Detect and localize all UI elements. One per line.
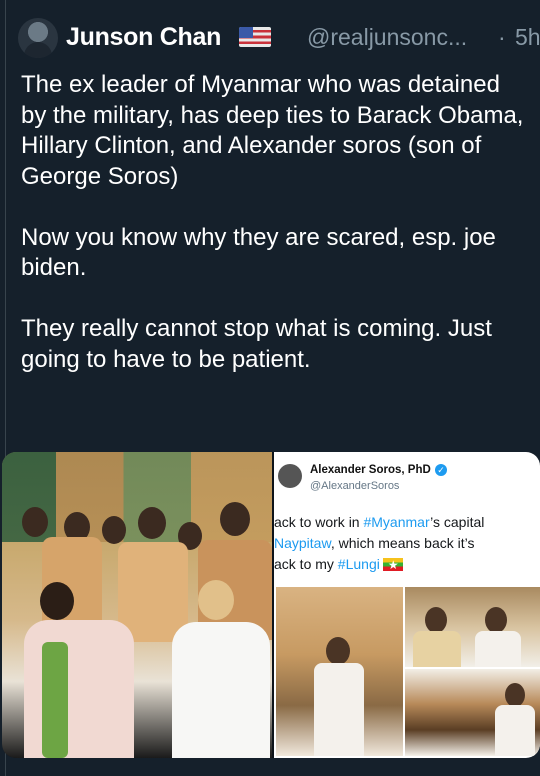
embedded-text-fragment: ’s capital [430, 514, 485, 530]
author-avatar[interactable] [18, 18, 58, 58]
embedded-author-name: Alexander Soros, PhD [310, 464, 431, 476]
embedded-photo-grid [274, 587, 540, 758]
verified-badge-icon: ✓ [435, 464, 447, 476]
myanmar-flag-icon [382, 555, 403, 576]
us-flag-icon [239, 27, 271, 47]
embedded-photo [276, 587, 403, 756]
tweet-paragraph: Now you know why they are scared, esp. j… [21, 223, 496, 282]
embedded-text-fragment: ack to my [274, 556, 338, 572]
author-handle[interactable]: @realjunsonc... [307, 24, 467, 51]
tweet-text: The ex leader of Myanmar who was detaine… [21, 70, 526, 375]
tweet-header: Junson Chan @realjunsonc... · 5h [18, 14, 540, 60]
tweet-paragraph: They really cannot stop what is coming. … [21, 315, 492, 373]
embedded-photo [405, 587, 540, 667]
tweet-media[interactable]: Alexander Soros, PhD ✓ @AlexanderSoros a… [2, 452, 540, 758]
separator-dot: · [498, 24, 506, 50]
tweet-paragraph: The ex leader of Myanmar who was detaine… [21, 71, 524, 190]
embedded-text-fragment: , which means back it’s [330, 535, 475, 551]
group-photo[interactable] [2, 452, 272, 758]
hashtag-lungi: #Lungi [337, 556, 380, 572]
author-name[interactable]: Junson Chan [66, 23, 221, 52]
tweet-timestamp[interactable]: 5h [515, 24, 540, 51]
tweet-card[interactable]: Junson Chan @realjunsonc... · 5h The ex … [0, 0, 540, 776]
embedded-tweet-text: ack to work in #Myanmar’s capital Naypit… [274, 512, 540, 576]
naypitaw-link: Naypitaw [274, 535, 331, 551]
embedded-avatar [278, 464, 302, 488]
embedded-tweet-screenshot[interactable]: Alexander Soros, PhD ✓ @AlexanderSoros a… [274, 452, 540, 758]
embedded-text-fragment: ack to work in [274, 514, 364, 530]
embedded-author-handle: @AlexanderSoros [310, 480, 400, 492]
embedded-photo [405, 669, 540, 756]
hashtag-myanmar: #Myanmar [363, 514, 431, 530]
